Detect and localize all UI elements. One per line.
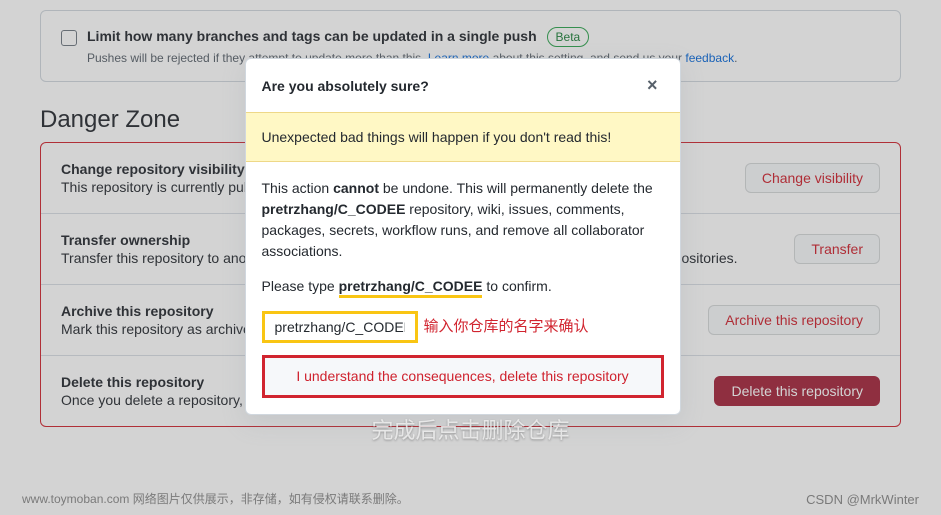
modal-title: Are you absolutely sure? xyxy=(262,78,429,94)
change-visibility-button[interactable]: Change visibility xyxy=(745,163,880,193)
archive-repository-button[interactable]: Archive this repository xyxy=(708,305,880,335)
footer-right: CSDN @MrkWinter xyxy=(806,492,919,507)
confirm-repo-name: pretrzhang/C_CODEE xyxy=(339,278,483,298)
modal-paragraph-2: Please type pretrzhang/C_CODEE to confir… xyxy=(262,276,664,297)
modal-warning: Unexpected bad things will happen if you… xyxy=(246,112,680,162)
confirm-delete-modal: Are you absolutely sure? × Unexpected ba… xyxy=(245,58,697,415)
confirm-delete-button[interactable]: I understand the consequences, delete th… xyxy=(262,355,664,398)
overlay-annotation: 完成后点击删除仓库 xyxy=(371,413,569,445)
footer-left: www.toymoban.com 网络图片仅供展示，非存储，如有侵权请联系删除。 xyxy=(22,490,409,507)
delete-repository-button[interactable]: Delete this repository xyxy=(714,376,880,406)
confirm-name-input[interactable] xyxy=(262,311,418,343)
transfer-button[interactable]: Transfer xyxy=(794,234,880,264)
setting-title: Limit how many branches and tags can be … xyxy=(87,28,537,44)
checkbox-limit-push[interactable] xyxy=(61,30,77,46)
beta-badge: Beta xyxy=(547,27,590,47)
annotation-input: 输入你仓库的名字来确认 xyxy=(424,316,589,339)
modal-paragraph-1: This action cannot be undone. This will … xyxy=(262,178,664,262)
close-icon[interactable]: × xyxy=(641,75,664,96)
